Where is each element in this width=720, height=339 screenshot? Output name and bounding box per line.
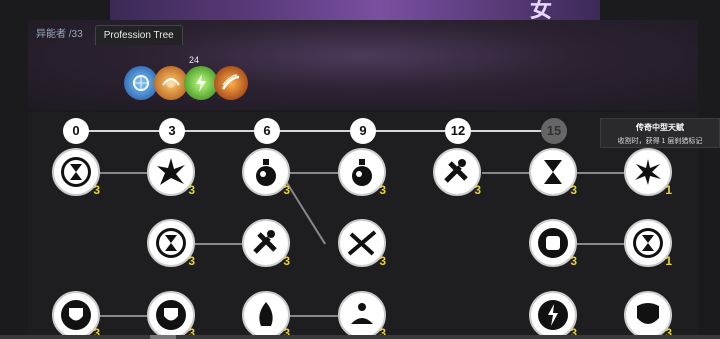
tab-profession-tree[interactable]: Profession Tree <box>94 25 183 45</box>
hourglass-icon <box>156 228 186 258</box>
shield-ring-icon <box>61 300 91 330</box>
talent-node[interactable]: 3 <box>433 148 481 197</box>
flame-icon <box>259 302 273 326</box>
tree-connector <box>100 172 148 174</box>
hero-banner: 女导... 船长 <box>110 0 600 87</box>
scrollbar-thumb[interactable] <box>150 335 176 339</box>
level-marker: 15 <box>541 118 567 144</box>
potion-flask-icon <box>256 159 276 186</box>
level-marker: 3 <box>159 118 185 144</box>
talent-node[interactable]: 3 <box>242 291 290 339</box>
talent-node[interactable]: 3 <box>242 219 290 268</box>
talent-rank: 3 <box>474 183 481 197</box>
talent-node[interactable]: 3 <box>624 291 672 339</box>
green-bolt-icon[interactable] <box>184 66 218 100</box>
fire-slash-icon[interactable] <box>214 66 248 100</box>
hammer-tools-icon <box>253 230 277 254</box>
tab-bar: 异能者 /33 Profession Tree <box>28 25 183 45</box>
talent-node[interactable]: 3 <box>338 148 386 197</box>
tree-connector <box>100 315 148 317</box>
lightning-snow-icon <box>538 300 568 330</box>
tab-class[interactable]: 异能者 /33 <box>28 25 91 45</box>
meditation-icon <box>351 303 373 324</box>
tree-connector <box>290 315 338 317</box>
horizontal-scrollbar[interactable] <box>0 335 720 339</box>
talent-rank: 3 <box>570 254 577 268</box>
talent-node[interactable]: 3 <box>529 219 577 268</box>
shield-ring-icon <box>156 300 186 330</box>
fist-burst-icon <box>538 228 568 258</box>
fire-burst-icon[interactable] <box>154 66 188 100</box>
level-marker: 0 <box>63 118 89 144</box>
tree-connector <box>482 172 530 174</box>
talent-node[interactable]: 3 <box>529 291 577 339</box>
talent-tooltip: 传奇中型天赋 收割时，获得 1 层刹猎标记 <box>600 118 720 148</box>
talent-node[interactable]: 3 <box>52 291 100 339</box>
explosion-icon <box>635 159 661 185</box>
talent-node[interactable]: 3 <box>52 148 100 197</box>
talent-node[interactable]: 1 <box>624 219 672 268</box>
claw-shield-icon <box>637 303 659 324</box>
talent-rank: 3 <box>93 183 100 197</box>
talent-rank: 3 <box>283 254 290 268</box>
level-marker: 9 <box>350 118 376 144</box>
talent-node[interactable]: 3 <box>242 148 290 197</box>
tree-connector <box>577 172 625 174</box>
hourglass-timer-icon <box>544 160 562 184</box>
talent-rank: 1 <box>665 254 672 268</box>
talent-rank: 3 <box>570 183 577 197</box>
talent-rank: 3 <box>379 254 386 268</box>
tree-connector <box>290 172 338 174</box>
talent-rank: 3 <box>188 183 195 197</box>
talent-node[interactable]: 3 <box>338 219 386 268</box>
talent-node[interactable]: 3 <box>147 219 195 268</box>
talent-rank: 3 <box>283 183 290 197</box>
level-marker: 12 <box>445 118 471 144</box>
talent-rank: 3 <box>379 183 386 197</box>
talent-rank: 3 <box>188 254 195 268</box>
talent-node[interactable]: 3 <box>338 291 386 339</box>
level-track <box>76 130 556 132</box>
crossed-blades-icon <box>347 230 377 256</box>
talent-node[interactable]: 3 <box>147 148 195 197</box>
talent-node[interactable]: 3 <box>147 291 195 339</box>
hourglass-icon <box>61 157 91 187</box>
skill-count: 24 <box>189 55 200 65</box>
level-marker: 6 <box>254 118 280 144</box>
tooltip-title: 传奇中型天赋 <box>636 123 684 132</box>
potion-flask-icon <box>352 159 372 186</box>
tree-connector <box>195 243 243 245</box>
tree-connector <box>577 243 625 245</box>
talent-rank: 1 <box>665 183 672 197</box>
frost-orb-icon[interactable] <box>124 66 158 100</box>
hammer-tools-icon <box>444 159 468 183</box>
talent-node[interactable]: 3 <box>529 148 577 197</box>
hourglass-icon <box>633 228 663 258</box>
tooltip-description: 收割时，获得 1 层刹猎标记 <box>617 138 703 145</box>
skill-bar <box>124 66 248 100</box>
shatter-icon <box>157 158 185 185</box>
talent-node[interactable]: 1 <box>624 148 672 197</box>
